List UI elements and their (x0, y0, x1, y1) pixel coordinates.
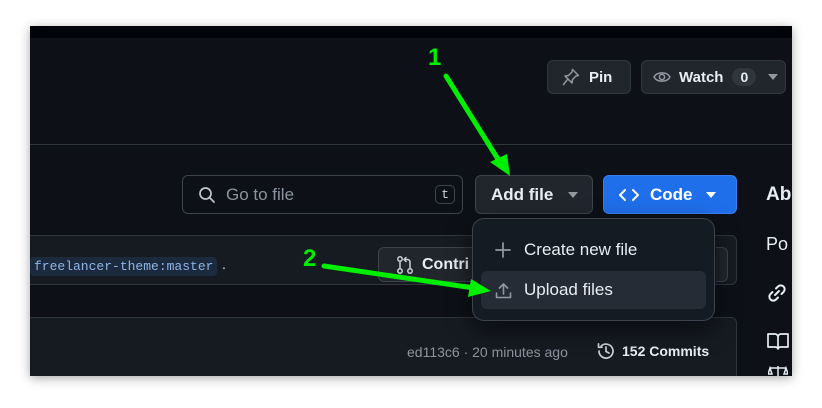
annotation-step-1: 1 (428, 44, 442, 71)
annotation-arrow-1 (443, 73, 504, 167)
annotation-arrows (321, 73, 510, 297)
annotation-step-2: 2 (303, 245, 317, 272)
annotation-arrowhead-1 (490, 154, 510, 176)
annotation-arrow-2 (321, 263, 477, 291)
annotation-arrowhead-2 (468, 279, 491, 297)
github-repo-screenshot: Pin Watch 0 Go to file t Add file Code A… (30, 26, 792, 376)
